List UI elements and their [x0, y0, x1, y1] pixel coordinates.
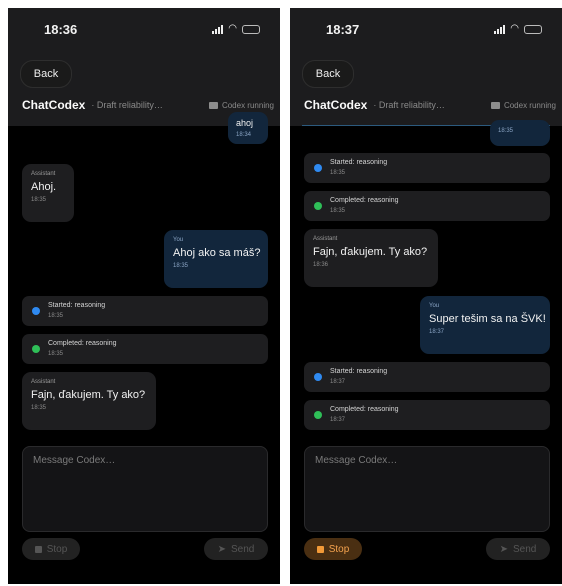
signal-icon [494, 24, 506, 34]
reasoning-completed-event: Completed: reasoning 18:35 [22, 334, 268, 364]
send-icon: ➤ [499, 543, 509, 555]
event-time: 18:35 [48, 313, 64, 319]
event-label: Completed: reasoning [48, 340, 117, 347]
event-time: 18:37 [330, 417, 346, 423]
thread-subtitle[interactable]: · Draft reliability… [373, 100, 445, 110]
message-time: 18:35 [31, 405, 47, 411]
event-time: 18:35 [330, 208, 346, 214]
status-bar: 18:37 ◠ [290, 8, 562, 56]
stop-icon [316, 545, 324, 553]
event-label: Completed: reasoning [330, 406, 399, 413]
monitor-icon [490, 101, 500, 109]
stop-icon [34, 545, 42, 553]
stop-button[interactable]: Stop [22, 538, 80, 560]
status-dot [314, 373, 322, 381]
status-dot [314, 202, 322, 210]
send-button[interactable]: ➤ Send [486, 538, 550, 560]
clock: 18:37 [326, 22, 360, 37]
message-text: ahoj [236, 118, 254, 128]
reasoning-started-event: Started: reasoning 18:37 [304, 362, 550, 392]
battery-icon [524, 24, 542, 34]
user-message: ahoj 18:34 [228, 112, 268, 144]
message-composer[interactable]: Message Codex… [304, 446, 550, 532]
event-time: 18:35 [48, 351, 64, 357]
message-role: You [429, 303, 440, 309]
assistant-message: Assistant Ahoj. 18:35 [22, 164, 74, 222]
phone-screen-right: 18:37 ◠ Back ChatCodex · Draft reliabili… [290, 8, 562, 584]
message-text: Ahoj. [31, 181, 57, 193]
event-time: 18:37 [330, 379, 346, 385]
user-message: You Super tešim sa na ŠVK! 18:37 [420, 296, 550, 354]
app-title: ChatCodex [304, 98, 368, 112]
status-dot [32, 307, 40, 315]
wifi-icon: ◠ [510, 23, 519, 34]
message-composer[interactable]: Message Codex… [22, 446, 268, 532]
message-input[interactable]: Message Codex… [33, 455, 115, 466]
run-status-label: Codex running [221, 100, 274, 110]
message-role: You [173, 237, 184, 243]
user-message: You Ahoj ako sa máš? 18:35 [164, 230, 268, 288]
signal-icon [212, 24, 224, 34]
thread-subtitle[interactable]: · Draft reliability… [91, 100, 163, 110]
message-time: 18:34 [236, 132, 252, 138]
message-input[interactable]: Message Codex… [315, 455, 397, 466]
run-status-label: Codex running [503, 100, 556, 110]
phone-screen-left: 18:36 ◠ Back ChatCodex · Draft reliabili… [8, 8, 280, 584]
status-dot [314, 411, 322, 419]
message-role: Assistant [313, 236, 338, 242]
status-bar: 18:36 ◠ [8, 8, 280, 56]
message-role: Assistant [31, 171, 56, 177]
back-button[interactable]: Back [20, 60, 72, 88]
clock: 18:36 [44, 22, 78, 37]
message-time: 18:37 [429, 329, 445, 335]
message-role: Assistant [31, 379, 56, 385]
send-label: Send [513, 543, 537, 555]
monitor-icon [208, 101, 218, 109]
send-button[interactable]: ➤ Send [204, 538, 268, 560]
send-icon: ➤ [217, 543, 227, 555]
header: Back ChatCodex · Draft reliability… Code… [290, 56, 562, 126]
stop-label: Stop [46, 543, 68, 555]
event-label: Started: reasoning [330, 159, 388, 166]
message-text: Super tešim sa na ŠVK! [429, 313, 546, 325]
app-title: ChatCodex [22, 98, 86, 112]
reasoning-completed-event: Completed: reasoning 18:37 [304, 400, 550, 430]
stop-label: Stop [328, 543, 350, 555]
reasoning-started-event: Started: reasoning 18:35 [22, 296, 268, 326]
message-text: Fajn, ďakujem. Ty ako? [313, 246, 428, 258]
send-label: Send [231, 543, 255, 555]
event-time: 18:35 [330, 170, 346, 176]
event-label: Started: reasoning [330, 368, 388, 375]
event-label: Completed: reasoning [330, 197, 399, 204]
message-text: Ahoj ako sa máš? [173, 247, 261, 259]
back-button[interactable]: Back [302, 60, 354, 88]
wifi-icon: ◠ [228, 23, 237, 34]
run-status: Codex running [490, 100, 556, 110]
message-time: 18:35 [173, 263, 189, 269]
message-time: 18:35 [498, 128, 514, 134]
message-text: Fajn, ďakujem. Ty ako? [31, 389, 146, 401]
assistant-message: Assistant Fajn, ďakujem. Ty ako? 18:35 [22, 372, 156, 430]
status-dot [32, 345, 40, 353]
user-message: 18:35 [490, 120, 550, 146]
event-label: Started: reasoning [48, 302, 106, 309]
reasoning-completed-event: Completed: reasoning 18:35 [304, 191, 550, 221]
stop-button[interactable]: Stop [304, 538, 362, 560]
battery-icon [242, 24, 260, 34]
message-time: 18:35 [31, 197, 47, 203]
status-dot [314, 164, 322, 172]
assistant-message: Assistant Fajn, ďakujem. Ty ako? 18:36 [304, 229, 438, 287]
message-time: 18:36 [313, 262, 329, 268]
reasoning-started-event: Started: reasoning 18:35 [304, 153, 550, 183]
run-status: Codex running [208, 100, 274, 110]
